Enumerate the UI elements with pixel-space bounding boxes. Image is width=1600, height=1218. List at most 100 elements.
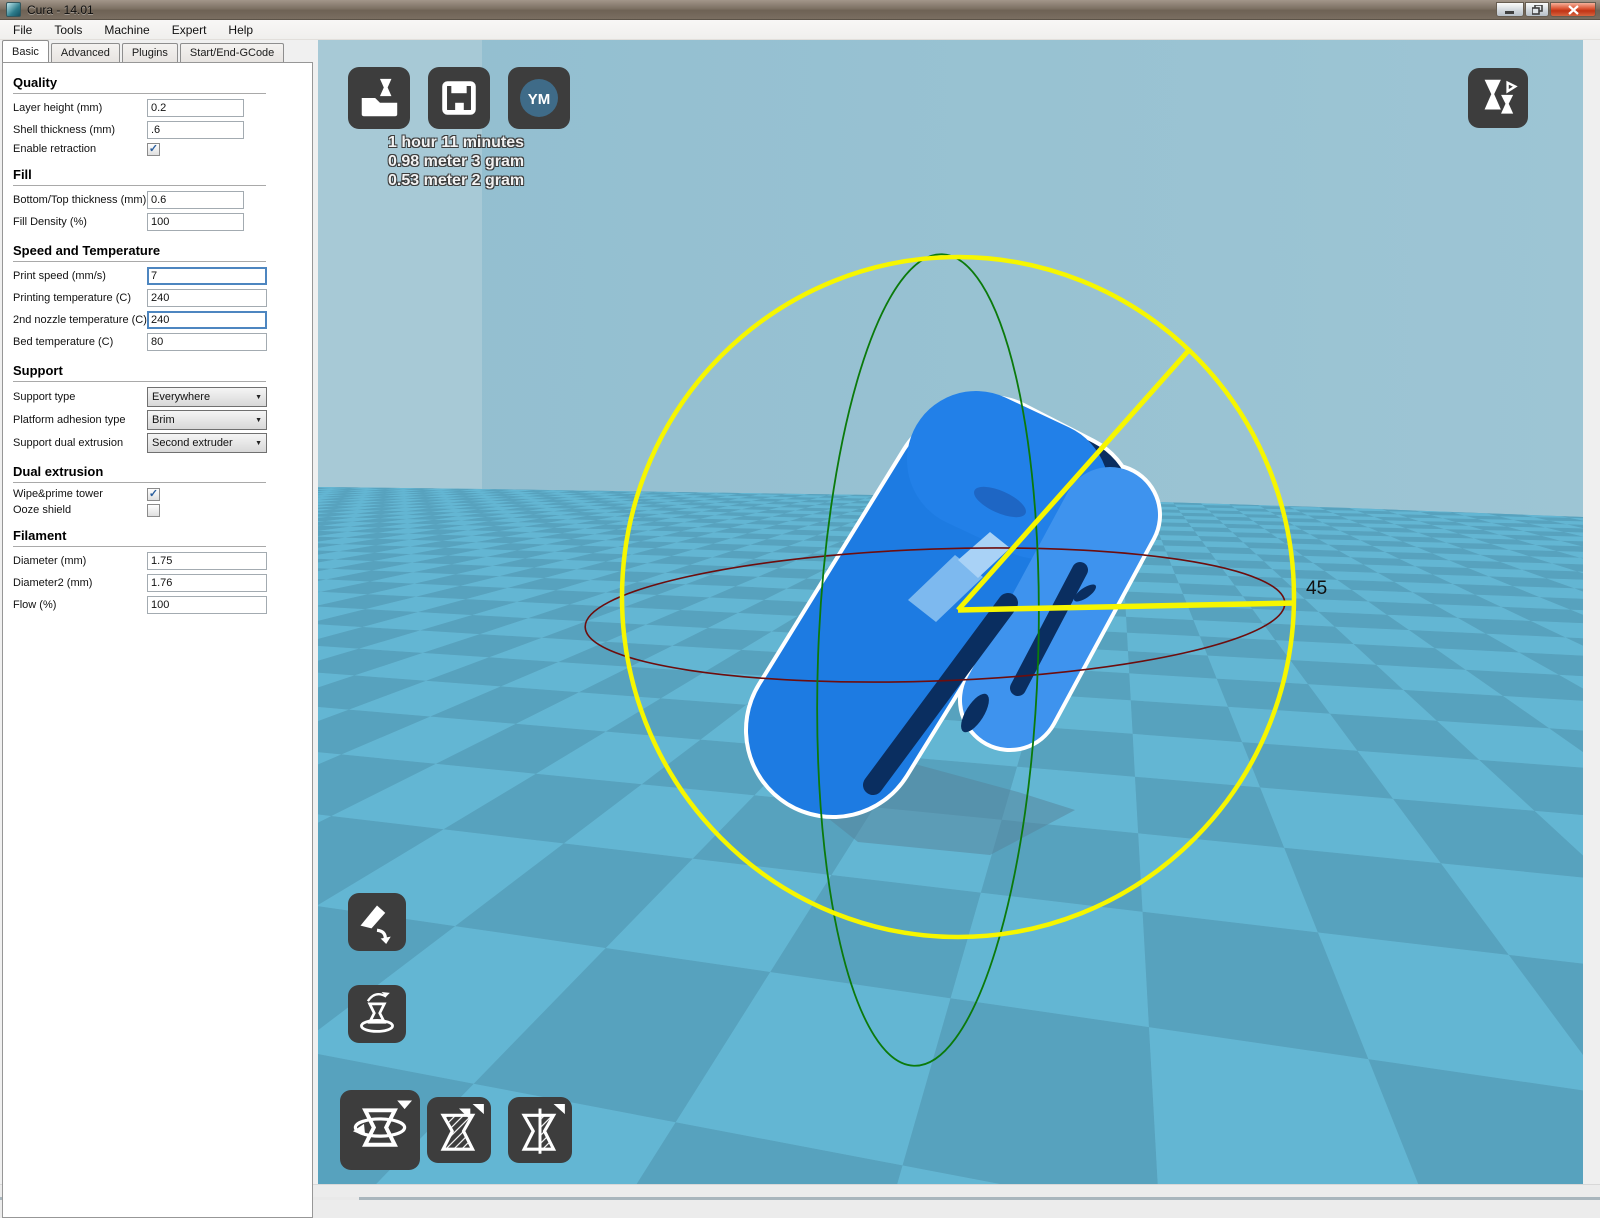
settings-section-filament: FilamentDiameter (mm)Diameter2 (mm)Flow … (13, 528, 312, 616)
settings-panel: Quality Layer height (mm) Shell thickness … (2, 62, 313, 1218)
setting-label: Layer height (mm) (13, 102, 147, 114)
setting-label: Flow (%) (13, 599, 147, 611)
setting-select-platform-adhesion-type[interactable]: Brim▼ (147, 410, 267, 430)
settings-column: Basic Advanced Plugins Start/End-GCode Q… (0, 40, 318, 1184)
setting-label: Fill Density (%) (13, 216, 147, 228)
menu-machine[interactable]: Machine (93, 21, 160, 39)
save-toolpath-button[interactable] (428, 67, 490, 129)
load-model-button[interactable] (348, 67, 410, 129)
setting-input-fill-density[interactable] (147, 213, 244, 231)
setting-row-ooze-shield: Ooze shield (13, 502, 312, 518)
lay-flat-button[interactable] (348, 985, 406, 1043)
chevron-down-icon: ▼ (255, 440, 262, 447)
tab-basic[interactable]: Basic (2, 40, 49, 62)
menu-tools[interactable]: Tools (43, 21, 93, 39)
save-icon (436, 75, 482, 121)
estimate-filament-1: 0.98 meter 3 gram (388, 153, 524, 170)
setting-input-flow[interactable] (147, 596, 267, 614)
scale-tool-button[interactable] (427, 1097, 491, 1163)
section-title: Speed and Temperature (13, 243, 266, 262)
maximize-button[interactable] (1525, 2, 1549, 17)
settings-section-fill: Fill Bottom/Top thickness (mm) Fill Densit… (13, 167, 312, 233)
section-title: Quality (13, 75, 266, 94)
menu-expert[interactable]: Expert (161, 21, 218, 39)
setting-label: Wipe&prime tower (13, 488, 147, 500)
lay-flat-icon (355, 992, 399, 1036)
section-title: Filament (13, 528, 266, 547)
tab-plugins[interactable]: Plugins (122, 43, 178, 62)
restore-icon (1532, 5, 1543, 15)
rotate-tool-button[interactable] (340, 1090, 420, 1170)
menu-file[interactable]: File (2, 21, 43, 39)
select-value: Everywhere (152, 391, 210, 403)
setting-row-wipe-prime-tower: Wipe&prime tower✓ (13, 486, 312, 502)
setting-label: Platform adhesion type (13, 414, 147, 426)
setting-input-bed-temperature-c[interactable] (147, 333, 267, 351)
load-model-icon (356, 75, 402, 121)
select-value: Brim (152, 414, 175, 426)
print-estimates: 1 hour 11 minutes 0.98 meter 3 gram 0.53… (388, 133, 524, 190)
rotate-tool-icon (348, 1098, 412, 1162)
view-mode-icon (1475, 75, 1521, 121)
viewport-3d[interactable]: 1 hour 11 minutes 0.98 meter 3 gram 0.53… (318, 40, 1583, 1184)
tab-bar: Basic Advanced Plugins Start/End-GCode (2, 41, 286, 62)
menu-help[interactable]: Help (217, 21, 264, 39)
minimize-icon (1505, 5, 1515, 14)
setting-input-printing-temperature-c[interactable] (147, 289, 267, 307)
setting-input-layer-height-mm[interactable] (147, 99, 244, 117)
close-icon (1568, 5, 1579, 15)
rotate-reset-icon (355, 900, 399, 944)
setting-row-flow: Flow (%) (13, 594, 312, 616)
setting-input-print-speed-mm-s[interactable] (147, 267, 267, 285)
setting-row-support-type: Support typeEverywhere▼ (13, 385, 312, 408)
setting-label: Ooze shield (13, 504, 147, 516)
view-mode-button[interactable] (1468, 68, 1528, 128)
setting-select-support-type[interactable]: Everywhere▼ (147, 387, 267, 407)
section-title: Dual extrusion (13, 464, 266, 483)
setting-label: Printing temperature (C) (13, 292, 147, 304)
scene-overlay (318, 40, 1583, 1184)
setting-input-bottom-top-thickness-mm[interactable] (147, 191, 244, 209)
settings-section-support: SupportSupport typeEverywhere▼Platform a… (13, 363, 312, 454)
tab-advanced[interactable]: Advanced (51, 43, 120, 62)
section-title: Fill (13, 167, 266, 186)
rotate-reset-button[interactable] (348, 893, 406, 951)
setting-input-2nd-nozzle-temperature-c[interactable] (147, 311, 267, 329)
setting-checkbox-wipe-prime-tower[interactable]: ✓ (147, 488, 160, 501)
setting-row-platform-adhesion-type: Platform adhesion typeBrim▼ (13, 408, 312, 431)
setting-checkbox-ooze-shield[interactable] (147, 504, 160, 517)
minimize-button[interactable] (1496, 2, 1524, 17)
mirror-tool-button[interactable] (508, 1097, 572, 1163)
setting-select-support-dual-extrusion[interactable]: Second extruder ▼ (147, 433, 267, 453)
setting-label: Diameter (mm) (13, 555, 147, 567)
setting-row-diameter-mm: Diameter (mm) (13, 550, 312, 572)
setting-row-printing-temperature-c: Printing temperature (C) (13, 287, 312, 309)
setting-row-2nd-nozzle-temperature-c: 2nd nozzle temperature (C) (13, 309, 312, 331)
setting-input-shell-thickness-mm[interactable] (147, 121, 244, 139)
setting-row-bottom-top-thickness-mm: Bottom/Top thickness (mm) (13, 189, 312, 211)
settings-section-quality: Quality Layer height (mm) Shell thickness … (13, 75, 312, 157)
setting-row-print-speed-mm-s: Print speed (mm/s) (13, 265, 312, 287)
setting-row-bed-temperature-c: Bed temperature (C) (13, 331, 312, 353)
share-youmagine-button[interactable]: YM (508, 67, 570, 129)
section-title: Support (13, 363, 266, 382)
setting-label: Support dual extrusion (13, 437, 147, 449)
tab-start-end-gcode[interactable]: Start/End-GCode (180, 43, 284, 62)
model-3d[interactable] (833, 460, 1110, 785)
youmagine-icon: YM (512, 71, 566, 125)
settings-section-dual-extrusion: Dual extrusionWipe&prime tower✓Ooze shie… (13, 464, 312, 518)
setting-label: Bottom/Top thickness (mm) (13, 194, 147, 206)
setting-checkbox-enable-retraction[interactable]: ✓ (147, 143, 160, 156)
setting-input-diameter-mm[interactable] (147, 552, 267, 570)
settings-section-speed-and-temperature: Speed and Temperature Print speed (mm/s) P… (13, 243, 312, 353)
setting-label: Support type (13, 391, 147, 403)
setting-row-enable-retraction: Enable retraction✓ (13, 141, 312, 157)
window-title: Cura - 14.01 (27, 3, 94, 17)
menu-bar: File Tools Machine Expert Help (0, 20, 1600, 40)
rotation-angle-value: 45 (1306, 578, 1327, 600)
setting-label: Shell thickness (mm) (13, 124, 147, 136)
close-button[interactable] (1550, 2, 1596, 17)
setting-input-diameter2-mm[interactable] (147, 574, 267, 592)
select-value: Second extruder (152, 437, 233, 449)
estimate-filament-2: 0.53 meter 2 gram (388, 172, 524, 189)
